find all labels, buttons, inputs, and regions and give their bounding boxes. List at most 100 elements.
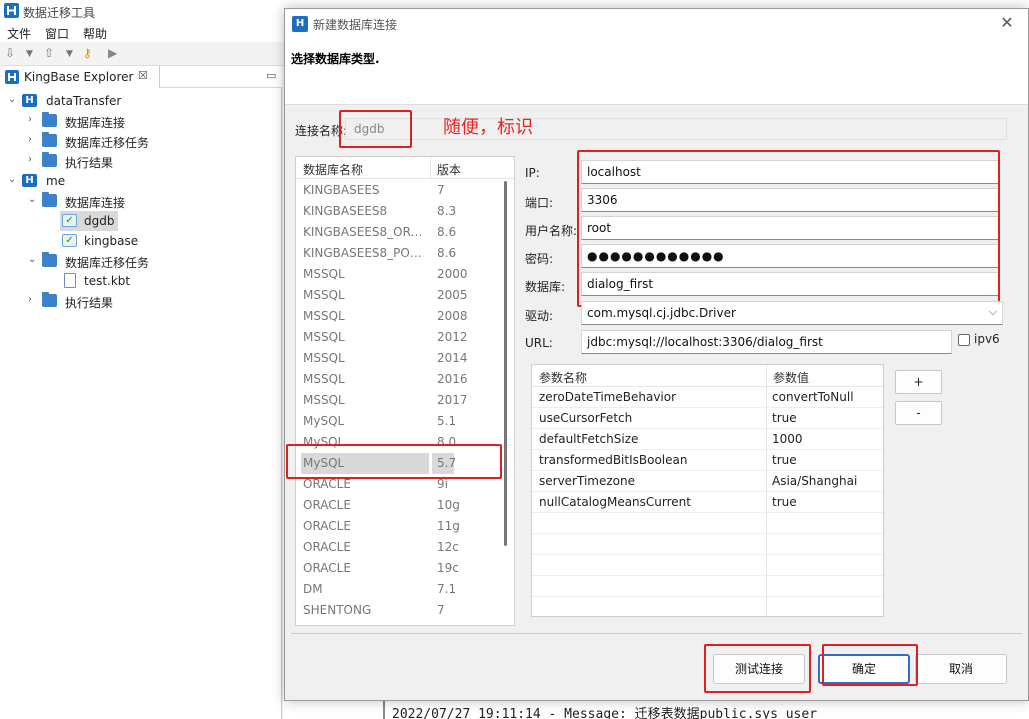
database-type-row[interactable]: KINGBASEES8 8.3 bbox=[296, 201, 506, 222]
username-input[interactable]: root bbox=[581, 216, 999, 240]
param-value-cell[interactable]: true bbox=[772, 495, 797, 509]
cancel-button[interactable]: 取消 bbox=[915, 654, 1007, 684]
database-type-row[interactable]: MSSQL 2014 bbox=[296, 348, 506, 369]
password-input[interactable]: ●●●●●●●●●●●● bbox=[581, 244, 999, 268]
explorer-tab[interactable]: KingBase Explorer ☒ bbox=[0, 66, 160, 88]
database-type-row-selected[interactable]: MySQL 5.7 bbox=[301, 453, 456, 474]
tree-item-folder[interactable]: ⌄ 数据库连接 bbox=[28, 191, 278, 211]
database-type-row[interactable]: KINGBASEES 7 bbox=[296, 180, 506, 201]
database-type-row[interactable]: ORACLE 10g bbox=[296, 495, 506, 516]
tree-item-file[interactable]: test.kbt bbox=[48, 271, 278, 291]
database-type-row[interactable]: SHENTONG 7 bbox=[296, 600, 506, 621]
ok-button[interactable]: 确定 bbox=[818, 654, 910, 684]
param-value-cell[interactable]: true bbox=[772, 411, 797, 425]
param-name-cell[interactable]: useCursorFetch bbox=[539, 411, 632, 425]
param-value-cell[interactable]: true bbox=[772, 453, 797, 467]
database-type-list[interactable]: 数据库名称 版本 KINGBASEES 7 KINGBASEES8 8.3 KINGBA… bbox=[295, 156, 515, 626]
database-type-row[interactable]: ORACLE 19c bbox=[296, 558, 506, 579]
tree-item-folder[interactable]: › 执行结果 bbox=[28, 291, 278, 311]
driver-label: 驱动: bbox=[525, 309, 554, 323]
tree-item-folder[interactable]: › 数据库迁移任务 bbox=[28, 131, 278, 151]
chevron-down-icon[interactable]: ⌄ bbox=[8, 174, 18, 185]
port-input[interactable]: 3306 bbox=[581, 188, 999, 212]
tree-item-project[interactable]: ⌄ H me bbox=[8, 171, 278, 191]
menu-window[interactable]: 窗口 bbox=[45, 25, 69, 42]
param-name-cell[interactable]: zeroDateTimeBehavior bbox=[539, 390, 676, 404]
database-type-row[interactable]: MSSQL 2017 bbox=[296, 390, 506, 411]
ipv6-checkbox[interactable] bbox=[958, 334, 970, 346]
chevron-down-icon[interactable]: ⌄ bbox=[28, 254, 38, 265]
close-icon[interactable]: ☒ bbox=[138, 69, 148, 82]
database-type-row[interactable]: MSSQL 2000 bbox=[296, 264, 506, 285]
database-input[interactable]: dialog_first bbox=[581, 272, 999, 296]
param-value-cell[interactable]: 1000 bbox=[772, 432, 803, 446]
ip-input[interactable]: localhost bbox=[581, 160, 999, 184]
parameters-table[interactable]: 参数名称 参数值 zeroDateTimeBehavior convertToNu… bbox=[531, 364, 884, 618]
database-type-row[interactable]: DM 7.1 bbox=[296, 579, 506, 600]
column-header-param-value[interactable]: 参数值 bbox=[766, 365, 883, 387]
table-row[interactable]: defaultFetchSize 1000 bbox=[532, 429, 883, 450]
tree-item-folder[interactable]: ⌄ 数据库迁移任务 bbox=[28, 251, 278, 271]
database-type-row[interactable]: MSSQL 2008 bbox=[296, 306, 506, 327]
chevron-right-icon[interactable]: › bbox=[28, 294, 38, 305]
column-header-param-name[interactable]: 参数名称 bbox=[532, 365, 766, 387]
table-row[interactable]: serverTimezone Asia/Shanghai bbox=[532, 471, 883, 492]
connection-name-label: 连接名称: bbox=[295, 124, 348, 138]
export-icon[interactable]: ⇧ bbox=[44, 46, 54, 60]
database-type-row[interactable]: MSSQL 2012 bbox=[296, 327, 506, 348]
table-row[interactable]: useCursorFetch true bbox=[532, 408, 883, 429]
table-row[interactable] bbox=[532, 576, 883, 597]
table-row[interactable]: zeroDateTimeBehavior convertToNull bbox=[532, 387, 883, 408]
chevron-right-icon[interactable]: › bbox=[28, 134, 38, 145]
import-icon[interactable]: ⇩ bbox=[5, 46, 15, 60]
tree-item-folder[interactable]: › 执行结果 bbox=[28, 151, 278, 171]
close-icon[interactable]: ✕ bbox=[997, 13, 1017, 33]
param-name-cell[interactable]: transformedBitIsBoolean bbox=[539, 453, 687, 467]
table-row[interactable] bbox=[532, 534, 883, 555]
run-icon[interactable]: ▶ bbox=[108, 46, 117, 60]
param-name-cell[interactable]: defaultFetchSize bbox=[539, 432, 638, 446]
scrollbar[interactable] bbox=[504, 181, 507, 546]
chevron-down-icon[interactable]: ▼ bbox=[26, 49, 33, 59]
column-header-db-name[interactable]: 数据库名称 bbox=[303, 161, 363, 178]
database-type-name: KINGBASEES8_ORA... bbox=[303, 225, 428, 239]
table-row[interactable] bbox=[532, 597, 883, 618]
param-name-cell[interactable]: serverTimezone bbox=[539, 474, 635, 488]
table-row[interactable]: nullCatalogMeansCurrent true bbox=[532, 492, 883, 513]
menu-help[interactable]: 帮助 bbox=[83, 25, 107, 42]
add-parameter-button[interactable]: + bbox=[895, 370, 942, 394]
key-icon[interactable]: ⚷ bbox=[83, 46, 92, 60]
chevron-down-icon[interactable]: ⌄ bbox=[28, 194, 38, 205]
param-value-cell[interactable]: Asia/Shanghai bbox=[772, 474, 857, 488]
database-type-row[interactable]: MSSQL 2005 bbox=[296, 285, 506, 306]
url-input[interactable]: jdbc:mysql://localhost:3306/dialog_first bbox=[581, 330, 952, 354]
column-header-version[interactable]: 版本 bbox=[437, 161, 461, 178]
chevron-right-icon[interactable]: › bbox=[28, 154, 38, 165]
menu-file[interactable]: 文件 bbox=[7, 25, 31, 42]
database-type-version: 5.7 bbox=[437, 456, 457, 470]
database-type-row[interactable]: MySQL 5.1 bbox=[296, 411, 506, 432]
param-value-cell[interactable]: convertToNull bbox=[772, 390, 854, 404]
database-type-row[interactable]: MySQL 8.0 bbox=[296, 432, 506, 453]
database-type-row[interactable]: ORACLE 12c bbox=[296, 537, 506, 558]
chevron-down-icon[interactable]: ▼ bbox=[66, 49, 73, 59]
table-row[interactable]: transformedBitIsBoolean true bbox=[532, 450, 883, 471]
tree-item-connection-selected[interactable]: ✓ dgdb bbox=[48, 211, 278, 231]
database-type-row[interactable]: ORACLE 9i bbox=[296, 474, 506, 495]
test-connection-button[interactable]: 测试连接 bbox=[713, 654, 805, 684]
driver-select[interactable]: com.mysql.cj.jdbc.Driver ⌵ bbox=[581, 301, 1003, 325]
database-type-row[interactable]: KINGBASEES8_ORA... 8.6 bbox=[296, 222, 506, 243]
database-type-row[interactable]: KINGBASEES8_POS... 8.6 bbox=[296, 243, 506, 264]
database-type-row[interactable]: MSSQL 2016 bbox=[296, 369, 506, 390]
minimize-panel-icon[interactable]: ▭ bbox=[266, 69, 276, 82]
tree-item-folder[interactable]: › 数据库连接 bbox=[28, 111, 278, 131]
table-row[interactable] bbox=[532, 555, 883, 576]
database-type-row[interactable]: ORACLE 11g bbox=[296, 516, 506, 537]
param-name-cell[interactable]: nullCatalogMeansCurrent bbox=[539, 495, 691, 509]
table-row[interactable] bbox=[532, 513, 883, 534]
tree-item-connection[interactable]: ✓ kingbase bbox=[48, 231, 278, 251]
chevron-right-icon[interactable]: › bbox=[28, 114, 38, 125]
remove-parameter-button[interactable]: - bbox=[895, 401, 942, 425]
tree-item-project[interactable]: ⌄ H dataTransfer bbox=[8, 91, 278, 111]
chevron-down-icon[interactable]: ⌄ bbox=[8, 94, 18, 105]
